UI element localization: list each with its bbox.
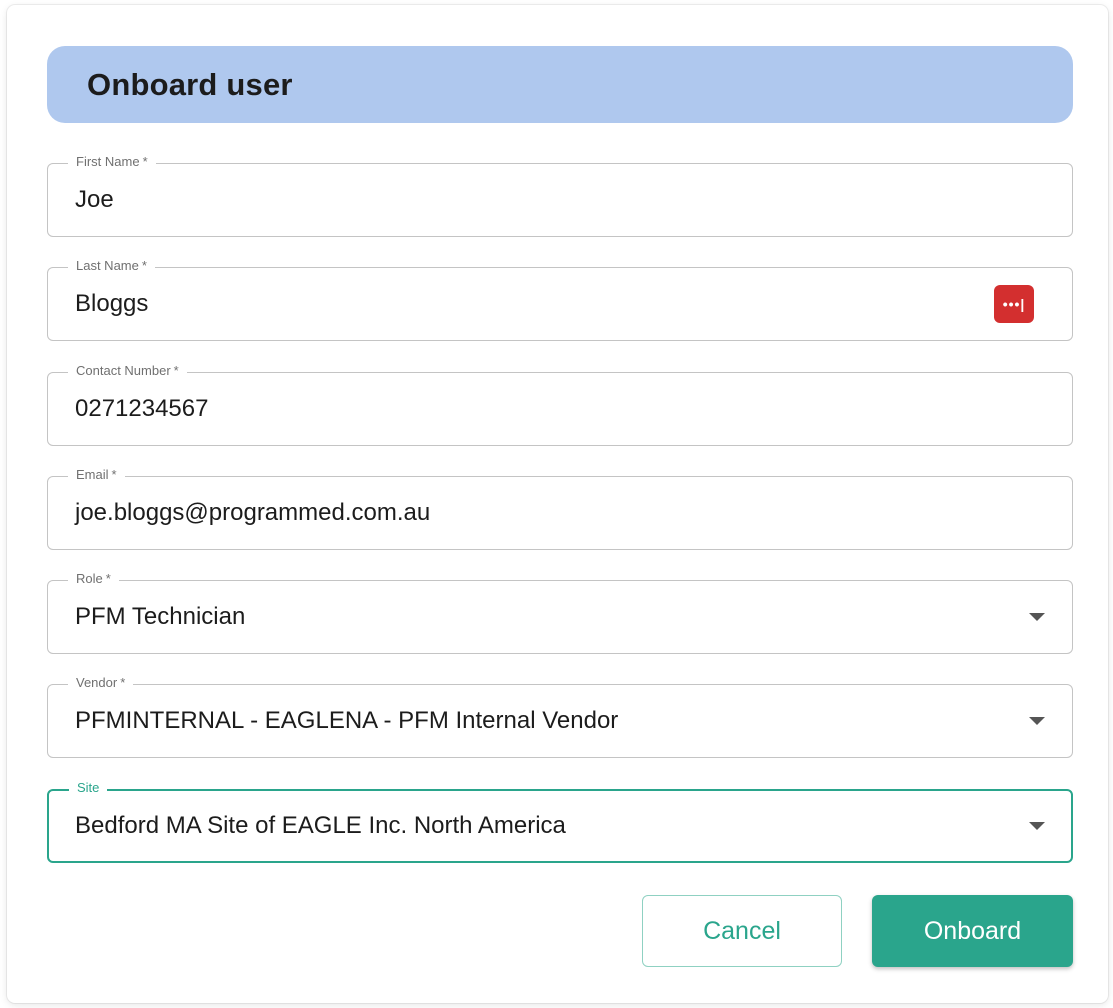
dialog-header: Onboard user bbox=[47, 46, 1073, 123]
password-manager-icon[interactable]: •••| bbox=[994, 285, 1034, 323]
onboard-user-dialog: Onboard user First Name * Joe Last Name * … bbox=[7, 5, 1108, 1003]
site-value[interactable]: Bedford MA Site of EAGLE Inc. North Amer… bbox=[75, 790, 975, 862]
dialog-title: Onboard user bbox=[87, 66, 293, 102]
role-select[interactable]: Role * PFM Technician bbox=[47, 570, 1073, 654]
email-input[interactable]: joe.bloggs@programmed.com.au bbox=[75, 477, 975, 549]
first-name-input[interactable]: Joe bbox=[75, 164, 975, 236]
last-name-input[interactable]: Bloggs bbox=[75, 268, 975, 340]
site-select[interactable]: Site Bedford MA Site of EAGLE Inc. North… bbox=[47, 779, 1073, 863]
vendor-value[interactable]: PFMINTERNAL - EAGLENA - PFM Internal Ven… bbox=[75, 685, 975, 757]
contact-number-input[interactable]: 0271234567 bbox=[75, 373, 975, 445]
last-name-field[interactable]: Last Name * Bloggs •••| bbox=[47, 257, 1073, 341]
chevron-down-icon[interactable] bbox=[1029, 717, 1045, 725]
email-field[interactable]: Email * joe.bloggs@programmed.com.au bbox=[47, 466, 1073, 550]
first-name-field[interactable]: First Name * Joe bbox=[47, 153, 1073, 237]
chevron-down-icon[interactable] bbox=[1029, 822, 1045, 830]
vendor-select[interactable]: Vendor * PFMINTERNAL - EAGLENA - PFM Inte… bbox=[47, 674, 1073, 758]
contact-number-field[interactable]: Contact Number * 0271234567 bbox=[47, 362, 1073, 446]
chevron-down-icon[interactable] bbox=[1029, 613, 1045, 621]
cancel-button[interactable]: Cancel bbox=[642, 895, 842, 967]
onboard-button[interactable]: Onboard bbox=[872, 895, 1073, 967]
role-value[interactable]: PFM Technician bbox=[75, 581, 975, 653]
